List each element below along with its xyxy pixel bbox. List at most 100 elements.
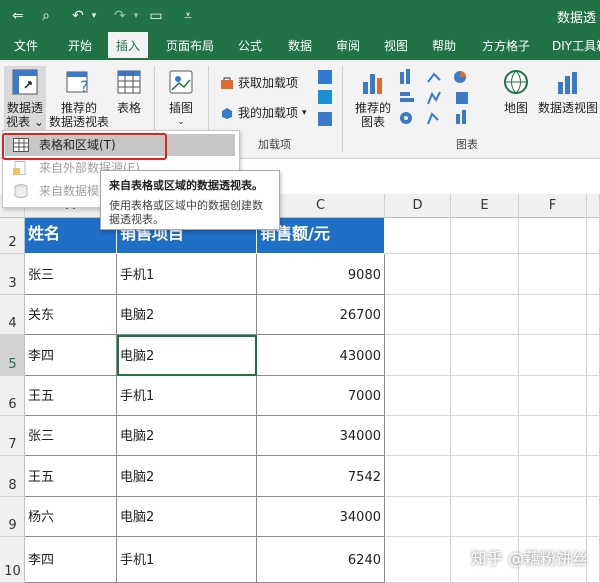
screen-icon[interactable]: ▭: [146, 6, 166, 26]
my-addins-button[interactable]: 我的加载项 ▾: [220, 104, 307, 121]
empty-cell[interactable]: [385, 416, 451, 456]
empty-cell[interactable]: [519, 456, 587, 497]
empty-cell[interactable]: [519, 218, 587, 254]
empty-cell[interactable]: [587, 335, 600, 376]
row-header[interactable]: 4: [0, 295, 25, 335]
table-cell[interactable]: 34000: [257, 497, 385, 537]
row-header[interactable]: 2: [0, 218, 25, 254]
row-header[interactable]: 6: [0, 376, 25, 416]
tab-fangfang[interactable]: 方方格子: [482, 32, 530, 60]
table-cell[interactable]: 张三: [25, 416, 117, 456]
tab-file[interactable]: 文件: [14, 32, 38, 60]
tab-help[interactable]: 帮助: [432, 32, 456, 60]
table-cell[interactable]: 7542: [257, 456, 385, 497]
tab-insert[interactable]: 插入: [108, 32, 148, 60]
pivot-chart-button[interactable]: 数据透视图: [536, 68, 600, 115]
people-graph-icon[interactable]: [318, 70, 332, 84]
empty-cell[interactable]: [385, 254, 451, 295]
empty-cell[interactable]: [451, 254, 519, 295]
table-cell[interactable]: 6240: [257, 537, 385, 583]
empty-cell[interactable]: [385, 376, 451, 416]
empty-cell[interactable]: [587, 218, 600, 254]
empty-cell[interactable]: [451, 456, 519, 497]
empty-cell[interactable]: [385, 218, 451, 254]
empty-cell[interactable]: [587, 416, 600, 456]
map-chart-button[interactable]: 地图: [500, 68, 532, 115]
table-cell[interactable]: 杨六: [25, 497, 117, 537]
empty-cell[interactable]: [587, 254, 600, 295]
illustrations-button[interactable]: 插图 ⌄: [160, 68, 202, 129]
pivot-table-button[interactable]: 数据透 视表 ⌄: [4, 66, 46, 130]
bing-maps-icon[interactable]: [318, 90, 332, 104]
tab-home[interactable]: 开始: [68, 32, 92, 60]
empty-cell[interactable]: [587, 456, 600, 497]
empty-cell[interactable]: [451, 335, 519, 376]
empty-cell[interactable]: [451, 218, 519, 254]
empty-cell[interactable]: [385, 537, 451, 583]
column-header-f[interactable]: F: [519, 194, 587, 218]
row-header[interactable]: 7: [0, 416, 25, 456]
empty-cell[interactable]: [519, 254, 587, 295]
table-cell[interactable]: 李四: [25, 537, 117, 583]
empty-cell[interactable]: [519, 497, 587, 537]
table-cell[interactable]: 手机1: [117, 376, 257, 416]
table-cell[interactable]: 9080: [257, 254, 385, 295]
empty-cell[interactable]: [587, 295, 600, 335]
recommended-charts-button[interactable]: 推荐的 图表: [350, 68, 396, 129]
table-cell[interactable]: 王五: [25, 456, 117, 497]
tab-formulas[interactable]: 公式: [238, 32, 262, 60]
table-cell[interactable]: 43000: [257, 335, 385, 376]
table-cell[interactable]: 电脑2: [117, 456, 257, 497]
empty-cell[interactable]: [587, 497, 600, 537]
table-cell[interactable]: 26700: [257, 295, 385, 335]
row-header[interactable]: 5: [0, 335, 25, 376]
empty-cell[interactable]: [451, 497, 519, 537]
chart-type-gallery[interactable]: [398, 68, 494, 128]
table-cell[interactable]: 手机1: [117, 254, 257, 295]
empty-cell[interactable]: [385, 335, 451, 376]
search-icon[interactable]: ⌕: [36, 6, 56, 26]
empty-cell[interactable]: [451, 295, 519, 335]
empty-cell[interactable]: [519, 416, 587, 456]
table-cell[interactable]: 手机1: [117, 537, 257, 583]
empty-cell[interactable]: [519, 376, 587, 416]
get-addins-button[interactable]: 获取加载项: [220, 74, 298, 91]
empty-cell[interactable]: [385, 295, 451, 335]
table-cell[interactable]: 关东: [25, 295, 117, 335]
row-header[interactable]: 10: [0, 537, 25, 583]
column-header-e[interactable]: E: [451, 194, 519, 218]
table-cell[interactable]: 张三: [25, 254, 117, 295]
row-header[interactable]: 8: [0, 456, 25, 497]
tab-review[interactable]: 审阅: [336, 32, 360, 60]
table-cell[interactable]: 电脑2: [117, 295, 257, 335]
tab-page-layout[interactable]: 页面布局: [166, 32, 214, 60]
table-cell[interactable]: 电脑2: [117, 497, 257, 537]
undo-dropdown-icon[interactable]: ▾: [84, 6, 104, 26]
row-header[interactable]: 3: [0, 254, 25, 295]
empty-cell[interactable]: [519, 295, 587, 335]
table-cell[interactable]: 电脑2: [117, 416, 257, 456]
empty-cell[interactable]: [385, 456, 451, 497]
table-cell[interactable]: 34000: [257, 416, 385, 456]
back-icon[interactable]: ⇐: [8, 6, 28, 26]
tab-diy-toolbox[interactable]: DIY工具箱: [552, 32, 600, 60]
column-header-g[interactable]: [587, 194, 600, 218]
empty-cell[interactable]: [451, 416, 519, 456]
table-button[interactable]: 表格: [112, 68, 146, 115]
empty-cell[interactable]: [519, 335, 587, 376]
empty-cell[interactable]: [451, 376, 519, 416]
tab-view[interactable]: 视图: [384, 32, 408, 60]
recommended-pivot-button[interactable]: ? 推荐的 数据透视表: [48, 68, 110, 129]
visio-icon[interactable]: [318, 112, 332, 126]
empty-cell[interactable]: [587, 537, 600, 583]
row-header[interactable]: 9: [0, 497, 25, 537]
my-addins-dropdown-icon[interactable]: ▾: [302, 108, 307, 118]
table-cell[interactable]: 李四: [25, 335, 117, 376]
table-cell[interactable]: 电脑2: [117, 335, 257, 376]
table-cell[interactable]: 王五: [25, 376, 117, 416]
column-header-d[interactable]: D: [385, 194, 451, 218]
customize-toolbar-icon[interactable]: ⩡: [178, 6, 198, 26]
empty-cell[interactable]: [587, 376, 600, 416]
tab-data[interactable]: 数据: [288, 32, 312, 60]
table-cell[interactable]: 7000: [257, 376, 385, 416]
